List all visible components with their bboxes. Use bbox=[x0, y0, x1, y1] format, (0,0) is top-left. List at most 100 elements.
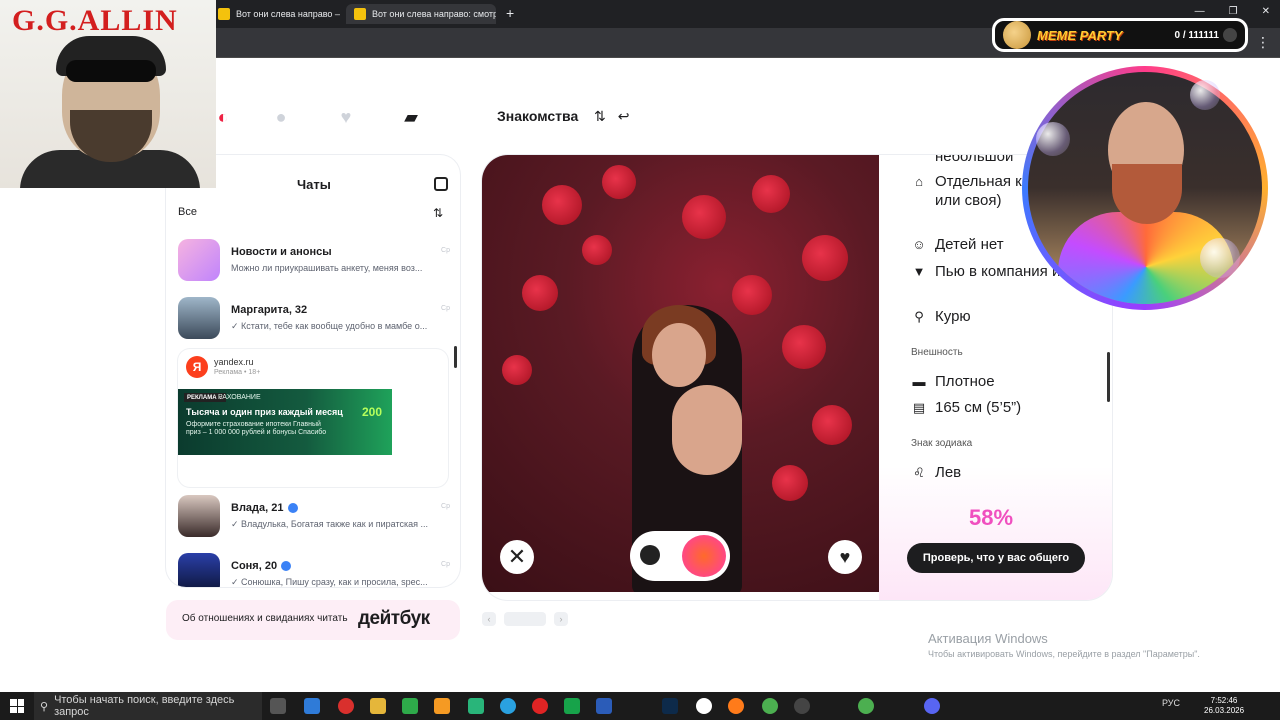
bubble-decoration bbox=[1036, 122, 1070, 156]
browser-tab-2[interactable]: Вот они слева направо: смотр ✕ bbox=[346, 4, 496, 24]
dislike-button[interactable]: ✕ bbox=[500, 540, 534, 574]
ad-domain: yandex.ru bbox=[214, 357, 254, 367]
opera-gx-icon[interactable] bbox=[532, 698, 548, 714]
clock-time: 7:52:46 bbox=[1210, 696, 1238, 705]
ruler-icon: ▤ bbox=[912, 400, 926, 415]
maximize-button[interactable]: ❐ bbox=[1229, 6, 1238, 17]
datebook-banner[interactable]: Об отношениях и свиданиях читать дейтбук bbox=[166, 600, 460, 640]
new-chat-icon[interactable] bbox=[434, 177, 448, 191]
windows-start-icon[interactable] bbox=[10, 699, 24, 713]
info-row-zodiac: ♌ Лев bbox=[911, 463, 961, 482]
browser-menu-icon[interactable]: ⋮ bbox=[1256, 34, 1270, 51]
clock-date: 26.03.2026 bbox=[1204, 706, 1245, 715]
yandex-icon[interactable] bbox=[696, 698, 712, 714]
minimize-button[interactable]: — bbox=[1195, 6, 1205, 17]
house-icon: ⌂ bbox=[915, 174, 923, 189]
opera-icon[interactable] bbox=[338, 698, 354, 714]
chat-item-news[interactable]: Новости и анонсы Можно ли приукрашивать … bbox=[178, 239, 450, 285]
next-photo-button[interactable]: › bbox=[554, 612, 568, 626]
firefox-icon[interactable] bbox=[728, 698, 744, 714]
leo-icon: ♌ bbox=[913, 465, 925, 480]
avatar bbox=[178, 297, 220, 339]
action-pill bbox=[630, 531, 730, 581]
yandex-logo-icon: Я bbox=[186, 356, 208, 378]
prev-photo-button[interactable]: ‹ bbox=[482, 612, 496, 626]
task-view-icon[interactable] bbox=[270, 698, 286, 714]
app-icon[interactable] bbox=[402, 698, 418, 714]
tab-favicon bbox=[218, 8, 230, 20]
chat-name: Влада, 21 bbox=[231, 502, 298, 514]
browser-tab-1[interactable]: Вот они слева направо — Янд ✕ bbox=[210, 4, 340, 24]
chrome-icon[interactable] bbox=[762, 698, 778, 714]
close-window-button[interactable]: ✕ bbox=[1262, 6, 1270, 17]
webcam-overlay-left: G.G.ALLIN bbox=[0, 0, 216, 188]
chat-item-sonya[interactable]: Соня, 20 ✓ Сонюшка, Пишу сразу, как и пр… bbox=[178, 553, 450, 587]
filter-icon[interactable]: ⇅ bbox=[594, 108, 606, 125]
meme-title: MEME PARTY bbox=[1037, 27, 1123, 43]
tab-label: Вот они слева направо — Янд bbox=[236, 9, 340, 19]
chat-date: Ср bbox=[441, 561, 450, 568]
word-icon[interactable] bbox=[596, 698, 612, 714]
chat-item-vlada[interactable]: Влада, 21 ✓ Владулька, Богатая также как… bbox=[178, 495, 450, 541]
app-icon[interactable] bbox=[468, 698, 484, 714]
telegram-icon[interactable] bbox=[500, 698, 516, 714]
info-row-build-top: небольшой bbox=[935, 155, 1014, 165]
chat-name: Соня, 20 bbox=[231, 560, 292, 572]
ad-banner[interactable]: РЕКЛАМА ⌄ РАХОВАНИЕ Тысяча и один приз к… bbox=[178, 389, 392, 455]
page-title[interactable]: Знакомства bbox=[497, 108, 578, 124]
dumbbell-icon: ▬ bbox=[912, 374, 926, 389]
ad-badge: 200 bbox=[361, 405, 382, 419]
ad-body: Оформите страхование ипотеки Главный при… bbox=[186, 421, 327, 437]
check-common-button[interactable]: Проверь, что у вас общего bbox=[907, 543, 1085, 573]
info-row-children: ☺ Детей нет bbox=[912, 236, 1004, 253]
photo-pager: ‹ › bbox=[482, 612, 568, 626]
superlike-icon[interactable] bbox=[682, 535, 726, 577]
photo-indicator bbox=[504, 612, 546, 626]
bubble-decoration bbox=[1200, 238, 1240, 278]
chats-filter-all[interactable]: Все bbox=[178, 206, 197, 218]
vlc-icon[interactable] bbox=[434, 698, 450, 714]
keyboard-language[interactable]: РУС bbox=[1162, 698, 1180, 708]
cards-icon[interactable]: ▰ bbox=[400, 106, 422, 128]
like-button[interactable]: ♥ bbox=[828, 540, 862, 574]
section-appearance: Внешность bbox=[911, 347, 963, 358]
chat-last-message: Можно ли приукрашивать анкету, меняя воз… bbox=[231, 263, 423, 273]
chat-date: Ср bbox=[441, 247, 450, 254]
sort-icon[interactable]: ⇅ bbox=[433, 206, 443, 220]
taskbar-clock[interactable]: 7:52:46 26.03.2026 bbox=[1204, 696, 1244, 716]
app-icon[interactable] bbox=[304, 698, 320, 714]
match-percent: 58% bbox=[969, 505, 1014, 530]
chat-name: Новости и анонсы bbox=[231, 246, 332, 258]
windows-activation-text: Чтобы активировать Windows, перейдите в … bbox=[928, 649, 1200, 659]
chats-scrollbar[interactable] bbox=[454, 346, 457, 368]
verified-icon bbox=[281, 561, 292, 571]
explorer-icon[interactable] bbox=[370, 698, 386, 714]
info-scrollbar[interactable] bbox=[1107, 352, 1110, 402]
glass-icon: ▼ bbox=[912, 264, 926, 279]
chat-item-margarita[interactable]: Маргарита, 32 ✓ Кстати, тебе как вообще … bbox=[178, 297, 450, 343]
app-icon[interactable] bbox=[794, 698, 810, 714]
header-tools: ⇅ ↩ bbox=[594, 108, 629, 125]
photoshop-icon[interactable] bbox=[662, 698, 678, 714]
info-row-smoking: ⚲ Курю bbox=[911, 307, 970, 326]
taskbar-search[interactable]: ⚲ Чтобы начать поиск, введите здесь запр… bbox=[34, 692, 262, 720]
undo-icon[interactable]: ↩ bbox=[618, 108, 630, 125]
likes-icon[interactable]: ♥ bbox=[335, 106, 357, 128]
message-icon[interactable] bbox=[640, 545, 660, 565]
doge-icon bbox=[1003, 21, 1031, 49]
avatar bbox=[178, 239, 220, 281]
new-tab-button[interactable]: + bbox=[506, 5, 514, 21]
profile-photo[interactable] bbox=[482, 155, 879, 592]
chrome-icon[interactable] bbox=[858, 698, 874, 714]
discord-icon[interactable] bbox=[924, 698, 940, 714]
search-icon: ⚲ bbox=[40, 700, 49, 713]
chat-last-message: ✓ Кстати, тебе как вообще удобно в мамбе… bbox=[231, 321, 428, 331]
section-zodiac: Знак зодиака bbox=[911, 438, 973, 449]
meme-party-widget: MEME PARTY 0 / 111111 bbox=[992, 18, 1248, 52]
chat-name: Маргарита, 32 bbox=[231, 304, 308, 316]
yandex-ad[interactable]: Я yandex.ru Реклама • 18+ РЕКЛАМА ⌄ РАХО… bbox=[178, 349, 448, 487]
ad-headline-small: РАХОВАНИЕ bbox=[218, 394, 261, 401]
app-icon[interactable] bbox=[564, 698, 580, 714]
tab-favicon bbox=[354, 8, 366, 20]
search-icon[interactable]: ● bbox=[270, 106, 292, 128]
